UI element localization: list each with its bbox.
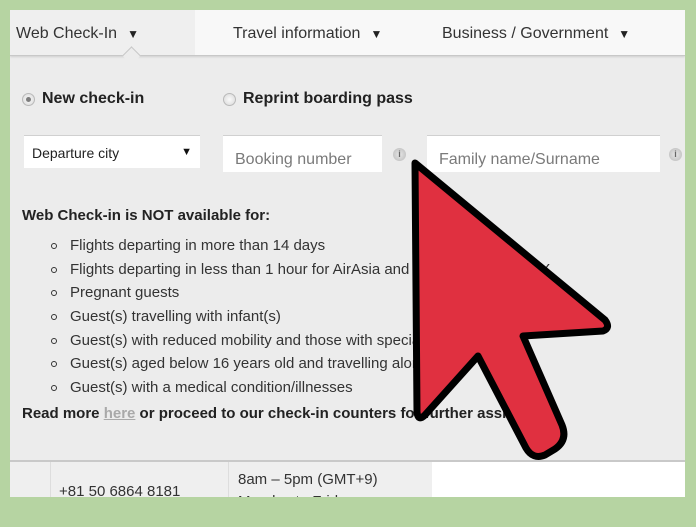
restriction-list: Flights departing in more than 14 days F… <box>50 234 550 400</box>
radio-unchecked-icon[interactable] <box>223 92 236 106</box>
days-line: Monday to Friday <box>238 491 432 497</box>
list-item: Guest(s) aged below 16 years old and tra… <box>50 352 550 376</box>
caret-down-icon: ▼ <box>181 146 192 158</box>
contact-row: +81 50 6864 8181 8am – 5pm (GMT+9) Monda… <box>10 462 685 497</box>
top-nav: Web Check-In ▼ Travel information ▼ Busine… <box>10 10 685 56</box>
radio-reprint-boarding-pass[interactable]: Reprint boarding pass <box>223 90 413 108</box>
info-icon[interactable]: i <box>669 148 682 161</box>
radio-label: Reprint boarding pass <box>243 90 413 107</box>
list-item: Flights departing in less than 1 hour fo… <box>50 258 550 282</box>
departure-city-select[interactable]: Departure city ▼ <box>24 135 200 168</box>
family-name-input[interactable] <box>427 135 660 172</box>
contact-hours: 8am – 5pm (GMT+9) Monday to Friday <box>229 462 432 497</box>
info-icon[interactable]: i <box>393 148 406 161</box>
list-item: Guest(s) with a medical condition/illnes… <box>50 376 550 400</box>
tab-label: Web Check-In <box>16 25 118 42</box>
caret-down-icon: ▼ <box>127 27 139 41</box>
read-more-text: Read more here or proceed to our check-i… <box>22 405 558 422</box>
contact-phone: +81 50 6864 8181 <box>51 462 229 497</box>
tab-travel-information[interactable]: Travel information ▼ <box>233 10 382 55</box>
web-checkin-panel: Web Check-In ▼ Travel information ▼ Busine… <box>10 10 685 497</box>
tab-business-government[interactable]: Business / Government ▼ <box>442 10 630 55</box>
radio-checked-icon[interactable] <box>22 92 35 106</box>
list-item: Pregnant guests <box>50 281 550 305</box>
read-more-prefix: Read more <box>22 405 104 422</box>
notice-heading: Web Check-in is NOT available for: <box>22 207 271 224</box>
list-item: Flights departing in more than 14 days <box>50 234 550 258</box>
select-value: Departure city <box>32 145 120 161</box>
contact-cell-empty <box>432 462 685 497</box>
tab-label: Travel information <box>233 25 361 42</box>
tab-web-check-in[interactable]: Web Check-In ▼ <box>10 10 195 55</box>
caret-down-icon: ▼ <box>618 27 631 41</box>
read-more-suffix: or proceed to our check-in counters for … <box>135 405 558 422</box>
booking-number-input[interactable] <box>223 135 382 172</box>
hours-line: 8am – 5pm (GMT+9) <box>238 471 378 488</box>
list-item: Guest(s) travelling with infant(s) <box>50 305 550 329</box>
caret-down-icon: ▼ <box>370 27 383 41</box>
list-item: Guest(s) with reduced mobility and those… <box>50 329 550 353</box>
radio-label: New check-in <box>42 90 145 107</box>
read-more-link[interactable]: here <box>104 405 136 422</box>
contact-cell-blank <box>10 462 51 497</box>
radio-new-check-in[interactable]: New check-in <box>22 90 144 108</box>
tab-label: Business / Government <box>442 25 609 42</box>
